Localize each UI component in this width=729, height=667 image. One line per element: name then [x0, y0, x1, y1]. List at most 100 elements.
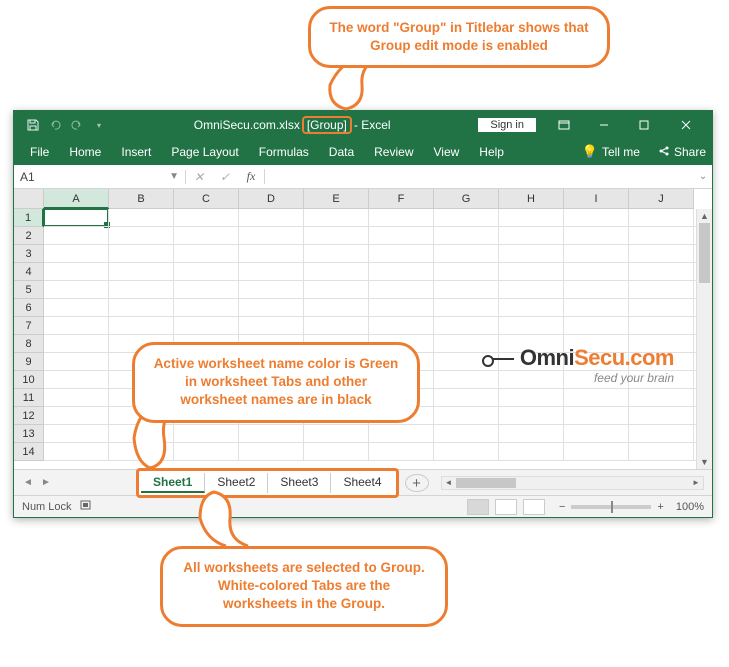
- sheet-tab-sheet2[interactable]: Sheet2: [205, 473, 268, 493]
- row-header[interactable]: 11: [14, 389, 44, 407]
- callout-text: The word "Group" in Titlebar shows that …: [329, 20, 588, 53]
- row-header[interactable]: 1: [14, 209, 44, 227]
- page-layout-view-icon[interactable]: [495, 499, 517, 515]
- sheet-nav: ◄ ►: [14, 477, 60, 488]
- formula-bar-buttons: ✕ ✓ fx: [186, 169, 265, 184]
- redo-icon[interactable]: [70, 118, 84, 132]
- column-header[interactable]: B: [109, 189, 174, 209]
- logo-text-dark: Omni: [520, 345, 574, 370]
- active-cell[interactable]: [43, 208, 109, 227]
- signin-button[interactable]: Sign in: [478, 118, 536, 132]
- normal-view-icon[interactable]: [467, 499, 489, 515]
- scroll-down-icon[interactable]: ▼: [697, 455, 712, 469]
- numlock-indicator: Num Lock: [22, 501, 72, 513]
- ribbon-tab-insert[interactable]: Insert: [111, 141, 161, 163]
- row-header[interactable]: 13: [14, 425, 44, 443]
- row-header[interactable]: 2: [14, 227, 44, 245]
- scroll-left-icon[interactable]: ◄: [442, 477, 456, 489]
- column-header[interactable]: E: [304, 189, 369, 209]
- vertical-scroll-thumb[interactable]: [699, 223, 710, 283]
- sheet-nav-next-icon[interactable]: ►: [38, 477, 54, 488]
- row-header[interactable]: 4: [14, 263, 44, 281]
- column-header[interactable]: C: [174, 189, 239, 209]
- name-box-value: A1: [20, 170, 35, 184]
- formula-bar-expand-icon[interactable]: ⌄: [694, 171, 712, 182]
- quick-access-toolbar: ▾: [18, 118, 106, 132]
- ribbon-tabs: File Home Insert Page Layout Formulas Da…: [14, 139, 712, 165]
- enter-icon[interactable]: ✓: [212, 170, 238, 184]
- title-group-indicator: [Group]: [302, 116, 352, 134]
- row-header[interactable]: 8: [14, 335, 44, 353]
- window-title: OmniSecu.com.xlsx [Group] - Excel: [106, 116, 478, 134]
- name-box-dropdown-icon[interactable]: ▼: [169, 171, 179, 182]
- insert-function-icon[interactable]: fx: [238, 169, 264, 184]
- minimize-icon[interactable]: [584, 111, 624, 139]
- callout-active-tab-color: Active worksheet name color is Green in …: [132, 342, 420, 423]
- sheet-tab-bar: ◄ ► Sheet1 Sheet2 Sheet3 Sheet4 + ◄ ►: [14, 469, 712, 495]
- undo-icon[interactable]: [48, 118, 62, 132]
- row-header[interactable]: 6: [14, 299, 44, 317]
- column-header[interactable]: I: [564, 189, 629, 209]
- row-header[interactable]: 9: [14, 353, 44, 371]
- scroll-up-icon[interactable]: ▲: [697, 209, 712, 223]
- vertical-scrollbar[interactable]: ▲ ▼: [696, 209, 712, 469]
- select-all-corner[interactable]: [14, 189, 44, 209]
- ribbon-tab-view[interactable]: View: [424, 141, 470, 163]
- title-app-suffix: - Excel: [354, 118, 391, 132]
- zoom-in-icon[interactable]: +: [657, 501, 663, 513]
- row-header[interactable]: 12: [14, 407, 44, 425]
- column-header[interactable]: F: [369, 189, 434, 209]
- tellme-button[interactable]: Tell me: [602, 145, 640, 159]
- share-button[interactable]: Share: [674, 145, 706, 159]
- new-sheet-button[interactable]: +: [405, 474, 429, 492]
- row-header[interactable]: 10: [14, 371, 44, 389]
- titlebar: ▾ OmniSecu.com.xlsx [Group] - Excel Sign…: [14, 111, 712, 139]
- ribbon-tab-pagelayout[interactable]: Page Layout: [161, 141, 248, 163]
- row-header[interactable]: 5: [14, 281, 44, 299]
- maximize-icon[interactable]: [624, 111, 664, 139]
- horizontal-scrollbar[interactable]: ◄ ►: [441, 476, 705, 490]
- scroll-right-icon[interactable]: ►: [689, 477, 703, 489]
- ribbon-tab-home[interactable]: Home: [59, 141, 111, 163]
- zoom-out-icon[interactable]: −: [559, 501, 565, 513]
- sheet-tab-sheet1[interactable]: Sheet1: [141, 473, 205, 493]
- ribbon-tab-review[interactable]: Review: [364, 141, 423, 163]
- ribbon-tab-help[interactable]: Help: [469, 141, 514, 163]
- ribbon-tab-file[interactable]: File: [20, 141, 59, 163]
- ribbon-display-options-icon[interactable]: [544, 111, 584, 139]
- logo-tagline: feed your brain: [482, 371, 674, 385]
- horizontal-scroll-thumb[interactable]: [456, 478, 516, 488]
- ribbon-tab-data[interactable]: Data: [319, 141, 364, 163]
- column-header[interactable]: D: [239, 189, 304, 209]
- column-header[interactable]: H: [499, 189, 564, 209]
- close-icon[interactable]: [664, 111, 708, 139]
- zoom-slider[interactable]: [571, 505, 651, 509]
- page-break-view-icon[interactable]: [523, 499, 545, 515]
- row-header[interactable]: 7: [14, 317, 44, 335]
- logo-text-orange: Secu.com: [574, 345, 674, 370]
- qat-dropdown-icon[interactable]: ▾: [92, 118, 106, 132]
- zoom-level[interactable]: 100%: [676, 501, 704, 513]
- sheet-tabs-group-highlight: Sheet1 Sheet2 Sheet3 Sheet4: [136, 468, 399, 498]
- ribbon-tab-formulas[interactable]: Formulas: [249, 141, 319, 163]
- callout-group-tabs: All worksheets are selected to Group. Wh…: [160, 546, 448, 627]
- column-header[interactable]: J: [629, 189, 694, 209]
- name-box[interactable]: A1 ▼: [14, 170, 186, 184]
- excel-window: ▾ OmniSecu.com.xlsx [Group] - Excel Sign…: [13, 110, 713, 518]
- title-filename: OmniSecu.com.xlsx: [194, 118, 300, 132]
- row-header[interactable]: 14: [14, 443, 44, 461]
- formula-bar-row: A1 ▼ ✕ ✓ fx ⌄: [14, 165, 712, 189]
- column-header[interactable]: G: [434, 189, 499, 209]
- save-icon[interactable]: [26, 118, 40, 132]
- share-icon: [658, 145, 670, 160]
- status-bar: Num Lock − + 100%: [14, 495, 712, 517]
- column-header[interactable]: A: [44, 189, 109, 209]
- cancel-icon[interactable]: ✕: [186, 170, 212, 184]
- sheet-nav-prev-icon[interactable]: ◄: [20, 477, 36, 488]
- omnisecu-logo: OmniSecu.com feed your brain: [482, 345, 674, 385]
- macro-record-icon[interactable]: [80, 499, 94, 514]
- row-header[interactable]: 3: [14, 245, 44, 263]
- sheet-tab-sheet3[interactable]: Sheet3: [268, 473, 331, 493]
- sheet-tab-sheet4[interactable]: Sheet4: [331, 473, 393, 493]
- cells-area[interactable]: [44, 209, 712, 461]
